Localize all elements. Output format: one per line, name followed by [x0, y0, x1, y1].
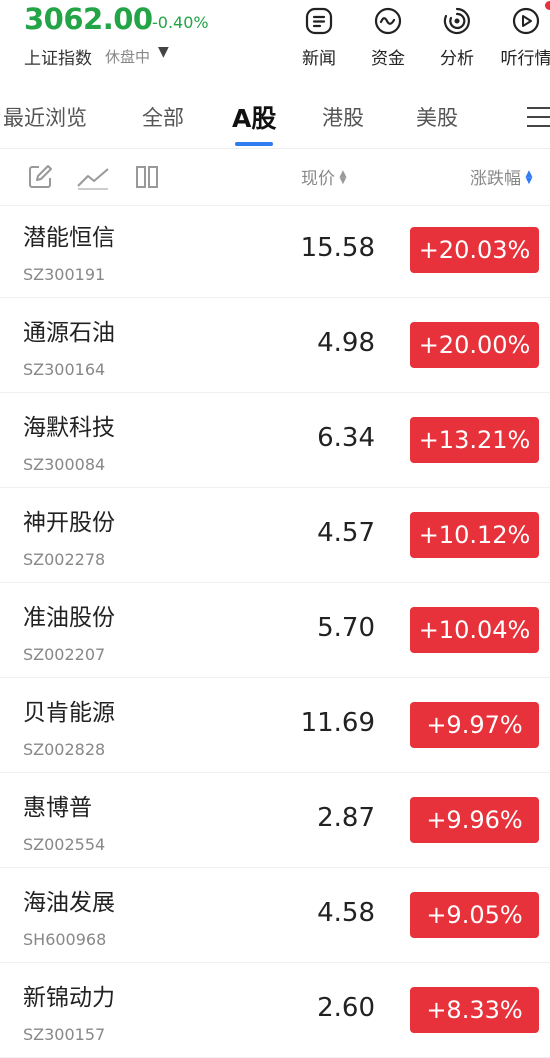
- change-badge[interactable]: +9.96%: [410, 797, 539, 843]
- two-column-view-icon[interactable]: [135, 164, 159, 190]
- stock-price: 4.57: [317, 518, 375, 548]
- stock-row[interactable]: 潜能恒信 SZ300191 15.58 +20.03%: [0, 203, 550, 298]
- stock-row[interactable]: 贝肯能源 SZ002828 11.69 +9.97%: [0, 678, 550, 773]
- change-badge[interactable]: +9.97%: [410, 702, 539, 748]
- stock-name: 贝肯能源: [23, 700, 115, 726]
- stock-row[interactable]: 海默科技 SZ300084 6.34 +13.21%: [0, 393, 550, 488]
- stock-name: 惠博普: [23, 795, 92, 821]
- active-tab-indicator: [235, 142, 273, 146]
- edit-icon[interactable]: [27, 164, 53, 190]
- stock-code: SZ300191: [23, 265, 106, 284]
- index-change: -0.40%: [152, 13, 209, 32]
- change-column-header[interactable]: 涨跌幅 ▲▼: [470, 164, 534, 189]
- analysis-icon: [443, 7, 470, 35]
- stock-row[interactable]: 准油股份 SZ002207 5.70 +10.04%: [0, 583, 550, 678]
- stock-name: 潜能恒信: [23, 225, 115, 251]
- stock-price: 4.58: [317, 898, 375, 928]
- news-label: 新闻: [302, 49, 336, 69]
- stock-price: 2.87: [317, 803, 375, 833]
- stock-code: SH600968: [23, 930, 107, 949]
- tab-us-shares[interactable]: 美股: [416, 102, 458, 132]
- trend-chart-icon[interactable]: [76, 164, 110, 190]
- notification-dot: [545, 1, 550, 10]
- stock-row[interactable]: 新锦动力 SZ300157 2.60 +8.33%: [0, 963, 550, 1058]
- stock-name: 新锦动力: [23, 985, 115, 1011]
- price-column-header[interactable]: 现价 ▲▼: [301, 164, 348, 189]
- stock-row[interactable]: 通源石油 SZ300164 4.98 +20.00%: [0, 298, 550, 393]
- stock-price: 11.69: [300, 708, 375, 738]
- stock-name: 海油发展: [23, 890, 115, 916]
- index-dropdown-icon[interactable]: ▼: [158, 44, 169, 60]
- listen-market-label: 听行情: [500, 49, 550, 69]
- fund-flow-icon: [374, 7, 402, 35]
- tab-a-shares[interactable]: A股: [232, 99, 276, 135]
- stock-code: SZ300157: [23, 1025, 106, 1044]
- index-header: 3062.00 -0.40% 上证指数 休盘中 ▼ 新闻 资金 分析 听行情: [0, 0, 550, 80]
- stock-price: 15.58: [300, 233, 375, 263]
- stock-price: 6.34: [317, 423, 375, 453]
- news-icon: [305, 7, 333, 35]
- change-header-label: 涨跌幅: [470, 169, 521, 189]
- change-badge[interactable]: +20.00%: [410, 322, 539, 368]
- tab-recent[interactable]: 最近浏览: [3, 102, 87, 132]
- index-name[interactable]: 上证指数: [24, 44, 92, 69]
- analysis-button[interactable]: 分析: [422, 2, 492, 72]
- stock-name: 通源石油: [23, 320, 115, 346]
- stock-name: 海默科技: [23, 415, 115, 441]
- listen-market-button[interactable]: 听行情: [491, 1, 550, 72]
- stock-code: SZ002278: [23, 550, 106, 569]
- tab-hk-shares[interactable]: 港股: [322, 102, 364, 132]
- stock-name: 神开股份: [23, 510, 115, 536]
- market-status: 休盘中: [105, 48, 151, 66]
- fund-flow-button[interactable]: 资金: [353, 2, 423, 72]
- list-toolbar: 现价 ▲▼ 涨跌幅 ▲▼: [0, 149, 550, 206]
- play-audio-icon: [512, 7, 540, 35]
- stock-code: SZ002554: [23, 835, 106, 854]
- menu-icon[interactable]: [527, 107, 550, 127]
- stock-row[interactable]: 海油发展 SH600968 4.58 +9.05%: [0, 868, 550, 963]
- change-badge[interactable]: +20.03%: [410, 227, 539, 273]
- change-badge[interactable]: +9.05%: [410, 892, 539, 938]
- market-tabs: 最近浏览 全部 A股 港股 美股: [0, 90, 550, 149]
- analysis-label: 分析: [440, 49, 474, 69]
- price-header-label: 现价: [301, 169, 335, 189]
- change-badge[interactable]: +13.21%: [410, 417, 539, 463]
- change-badge[interactable]: +10.04%: [410, 607, 539, 653]
- index-value[interactable]: 3062.00: [24, 2, 153, 36]
- stock-code: SZ002207: [23, 645, 106, 664]
- stock-code: SZ300084: [23, 455, 106, 474]
- stock-name: 准油股份: [23, 605, 115, 631]
- stock-price: 5.70: [317, 613, 375, 643]
- stock-row[interactable]: 惠博普 SZ002554 2.87 +9.96%: [0, 773, 550, 868]
- tab-all[interactable]: 全部: [142, 102, 184, 132]
- fund-flow-label: 资金: [371, 49, 405, 69]
- stock-price: 4.98: [317, 328, 375, 358]
- sort-icon: ▲▼: [524, 169, 534, 183]
- stock-code: SZ300164: [23, 360, 106, 379]
- stock-price: 2.60: [317, 993, 375, 1023]
- news-button[interactable]: 新闻: [284, 2, 354, 72]
- change-badge[interactable]: +8.33%: [410, 987, 539, 1033]
- stock-row[interactable]: 神开股份 SZ002278 4.57 +10.12%: [0, 488, 550, 583]
- sort-icon: ▲▼: [338, 169, 348, 183]
- change-badge[interactable]: +10.12%: [410, 512, 539, 558]
- stock-code: SZ002828: [23, 740, 106, 759]
